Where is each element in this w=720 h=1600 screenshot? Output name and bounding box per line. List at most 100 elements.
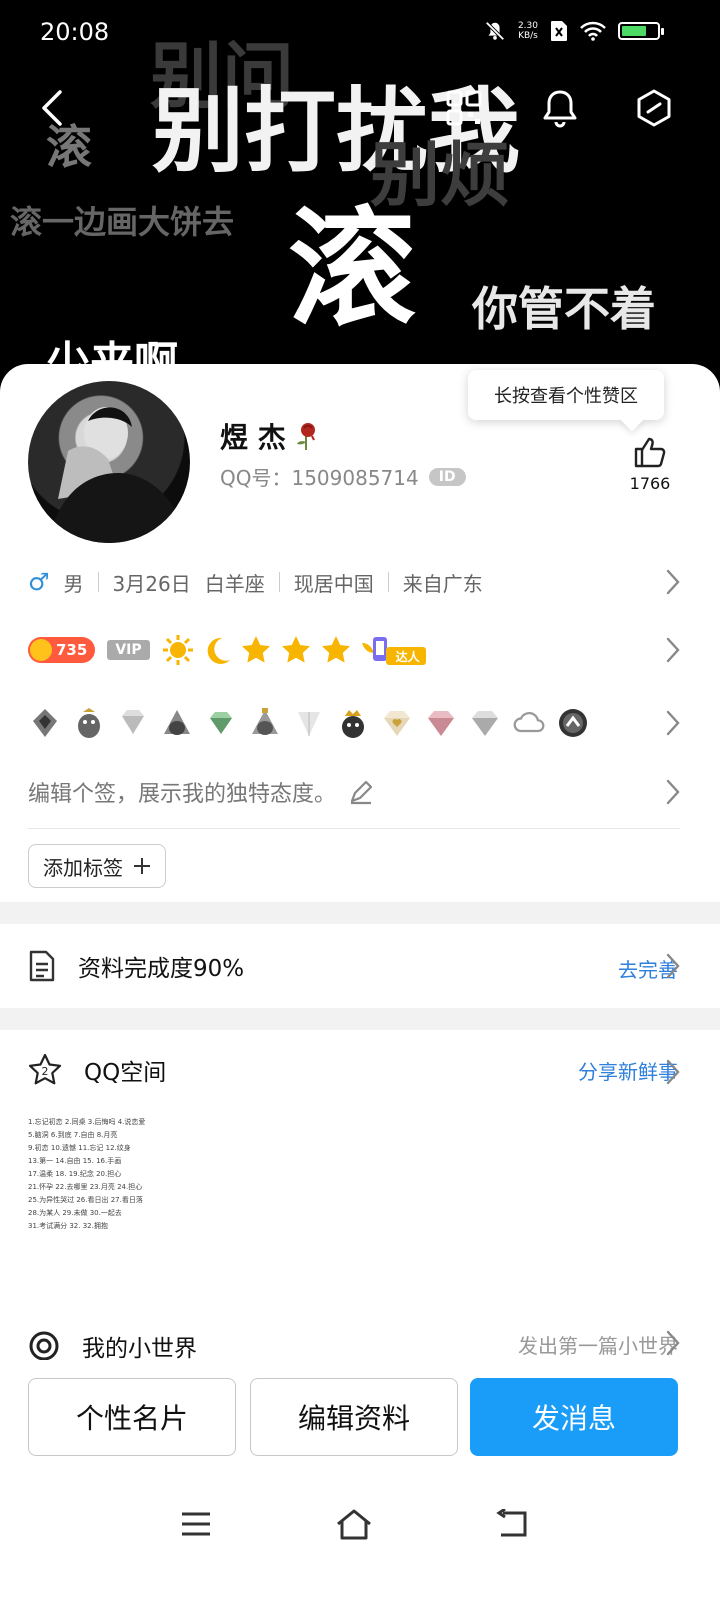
edit-profile-button[interactable]: 编辑资料 (250, 1378, 458, 1456)
penguin-medal-icon (72, 706, 106, 740)
signature-row[interactable]: 编辑个签，展示我的独特态度。 (28, 772, 692, 812)
wifi-icon (580, 21, 606, 41)
divider (97, 572, 99, 592)
add-tag-button[interactable]: 添加标签 (28, 844, 166, 888)
qr-code-button[interactable] (440, 84, 488, 132)
status-bar: 20:08 2.30 KB/s (0, 0, 720, 64)
gender-text: 男 (63, 571, 84, 596)
zodiac-text: 白羊座 (204, 571, 265, 596)
signature-placeholder: 编辑个签，展示我的独特态度。 (28, 782, 337, 807)
heart-diamond-medal-icon (380, 706, 414, 740)
sun-icon (162, 635, 193, 665)
home-icon (337, 1509, 371, 1540)
like-button[interactable]: 1766 (624, 436, 676, 493)
more-button[interactable] (630, 84, 678, 132)
cover-text-big: 滚 (288, 195, 417, 344)
document-icon (29, 950, 55, 982)
id-badge[interactable]: ID (428, 467, 466, 486)
male-icon: ♂ (28, 568, 50, 596)
divider (28, 828, 680, 829)
crystal-medal-icon (292, 706, 326, 740)
cover-text-small: 滚一边画大饼去 (10, 203, 235, 241)
chevron-right-icon (666, 1059, 680, 1085)
network-speed: 2.30 KB/s (517, 21, 538, 41)
share-news-link[interactable]: 分享新鲜事 (578, 1056, 678, 1085)
penguin-medal-icon (160, 706, 194, 740)
qzone-photo-thumbnail[interactable]: 1.忘记初恋 2.同桌 3.后悔吗 4.说恋爱 5.脑洞 6.到底 7.自由 8… (28, 1114, 186, 1272)
nickname: 煜 杰 (220, 416, 320, 456)
vip-badge: VIP (107, 640, 150, 660)
qzone-section[interactable]: 2 QQ空间 分享新鲜事 1.忘记初恋 2.同桌 3.后悔吗 4.说恋爱 5.脑… (0, 1030, 720, 1300)
profile-cover[interactable]: 别问 别打扰我 滚 别烦 滚一边画大饼去 滚 你管不着 少来啊 20:08 2.… (0, 0, 720, 400)
daren-badge: 达人 (360, 635, 430, 665)
xiaoshijie-section[interactable]: 我的小世界 发出第一篇小世界 (0, 1322, 720, 1360)
crown-penguin-medal-icon (336, 706, 370, 740)
basic-info-row[interactable]: ♂ 男 3月26日 白羊座 现居中国 来自广东 (28, 562, 692, 602)
section-gap (0, 1008, 720, 1030)
svg-text:2: 2 (42, 1065, 49, 1078)
emerald-medal-icon (204, 706, 238, 740)
medal-wall-row[interactable] (28, 698, 692, 748)
qr-code-icon (446, 90, 482, 126)
chevron-right-icon (666, 569, 680, 595)
cf-medal-icon (556, 706, 590, 740)
section-gap (0, 902, 720, 924)
star-icon (241, 636, 270, 663)
birthday-text: 3月26日 (112, 571, 191, 596)
thumbs-up-icon (634, 437, 666, 468)
chevron-right-icon (666, 1330, 680, 1356)
mute-icon (485, 21, 505, 41)
star-icon (281, 636, 310, 663)
sim-icon (551, 21, 567, 41)
qq-number[interactable]: QQ号：1509085714 ID (220, 462, 466, 491)
status-time: 20:08 (40, 18, 110, 46)
divider (278, 572, 280, 592)
home-nav-button[interactable] (332, 1502, 376, 1546)
cover-text-medium: 你管不着 (472, 282, 656, 336)
diamond-medal-icon (116, 706, 150, 740)
back-arrow-icon (42, 90, 62, 126)
back-nav-button[interactable] (490, 1502, 534, 1546)
profile-card-button[interactable]: 个性名片 (28, 1378, 236, 1456)
rose-diamond-medal-icon (424, 706, 458, 740)
menu-nav-button[interactable] (174, 1502, 218, 1546)
like-count: 1766 (629, 474, 671, 493)
avatar[interactable] (28, 381, 190, 543)
star-icon (321, 636, 350, 663)
location-text: 现居中国 (293, 571, 374, 596)
hexagon-menu-icon (637, 89, 671, 127)
pencil-icon (350, 780, 373, 805)
notification-button[interactable] (536, 84, 584, 132)
chevron-right-icon (666, 779, 680, 805)
bell-icon (543, 90, 577, 128)
back-nav-icon (496, 1509, 527, 1537)
like-tooltip: 长按查看个性赞区 (468, 370, 664, 420)
penguin-medal-icon (248, 706, 282, 740)
xiaoshijie-title: 我的小世界 (82, 1336, 197, 1360)
chevron-right-icon (666, 710, 680, 736)
chevron-right-icon (666, 953, 680, 979)
qzone-title: QQ空间 (84, 1060, 167, 1086)
back-button[interactable] (28, 84, 76, 132)
star-level-icon: 2 (28, 1053, 62, 1085)
hometown-text: 来自广东 (402, 571, 483, 596)
silver-diamond-medal-icon (468, 706, 502, 740)
circle-world-icon (29, 1331, 59, 1360)
penguin-medal-icon (28, 706, 62, 740)
moon-icon (207, 637, 230, 664)
cloud-medal-icon (512, 706, 546, 740)
avatar-image (48, 407, 188, 543)
divider (387, 572, 389, 592)
send-message-button[interactable]: 发消息 (470, 1378, 678, 1456)
battery-icon (618, 22, 664, 40)
post-xiaoshijie-link[interactable]: 发出第一篇小世界 (518, 1330, 678, 1359)
bottom-action-bar: 个性名片 编辑资料 发消息 (0, 1360, 720, 1600)
wilted-rose-icon (296, 423, 315, 450)
menu-icon (182, 1512, 210, 1536)
sun-icon (30, 639, 52, 661)
profile-completeness-row[interactable]: 资料完成度90% 去完善 (0, 924, 720, 1008)
qq-level-badge: 735 (28, 637, 96, 663)
plus-icon (134, 858, 150, 874)
chevron-right-icon (666, 637, 680, 663)
level-badges-row[interactable]: 735 VIP 达人 (28, 630, 692, 670)
